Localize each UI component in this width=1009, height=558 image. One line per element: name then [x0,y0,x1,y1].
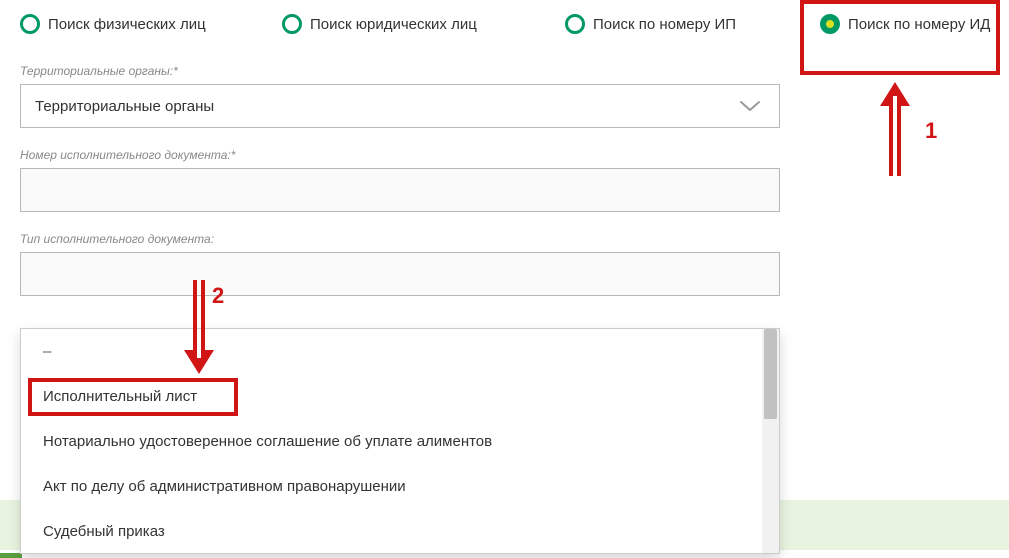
annotation-1-label: 1 [925,118,937,144]
dropdown-item-notarial[interactable]: Нотариально удостоверенное соглашение об… [21,419,779,464]
doc-type-dropdown: – Исполнительный лист Нотариально удосто… [20,328,780,554]
page-accent-corner [0,553,22,558]
tab-id-number[interactable]: Поиск по номеру ИД [820,14,1009,34]
doc-number-input[interactable] [20,168,780,212]
dropdown-item-label: Исполнительный лист [43,388,197,405]
tab-label: Поиск юридических лиц [310,16,477,33]
tab-label: Поиск физических лиц [48,16,206,33]
dropdown-item-admin-act[interactable]: Акт по делу об административном правонар… [21,464,779,509]
dropdown-item-label: Судебный приказ [43,523,165,540]
annotation-1-arrow-icon [878,82,912,185]
dropdown-item-label: – [43,343,51,360]
doc-number-label: Номер исполнительного документа:* [20,148,780,162]
radio-icon [282,14,302,34]
search-type-tabs: Поиск физических лиц Поиск юридических л… [0,0,1009,44]
scrollbar-thumb[interactable] [764,329,777,419]
doc-type-input[interactable] [20,252,780,296]
dropdown-scrollbar[interactable] [762,329,779,553]
chevron-down-icon [739,99,761,113]
dropdown-item-sudebny-prikaz[interactable]: Судебный приказ [21,509,779,554]
tab-ip-number[interactable]: Поиск по номеру ИП [565,14,820,34]
dropdown-item-ispolnitelny-list[interactable]: Исполнительный лист [21,374,779,419]
dropdown-item-label: Акт по делу об административном правонар… [43,478,406,495]
radio-icon [20,14,40,34]
search-form: Территориальные органы:* Территориальные… [0,64,800,296]
dropdown-item-label: Нотариально удостоверенное соглашение об… [43,433,492,450]
radio-icon-selected [820,14,840,34]
tab-physical[interactable]: Поиск физических лиц [20,14,282,34]
territory-label: Территориальные органы:* [20,64,780,78]
radio-icon [565,14,585,34]
tab-label: Поиск по номеру ИД [848,16,990,33]
territory-select[interactable]: Территориальные органы [20,84,780,128]
dropdown-item-empty[interactable]: – [21,329,779,374]
doc-type-label: Тип исполнительного документа: [20,232,780,246]
territory-value: Территориальные органы [35,98,214,115]
tab-label: Поиск по номеру ИП [593,16,736,33]
tab-legal[interactable]: Поиск юридических лиц [282,14,565,34]
